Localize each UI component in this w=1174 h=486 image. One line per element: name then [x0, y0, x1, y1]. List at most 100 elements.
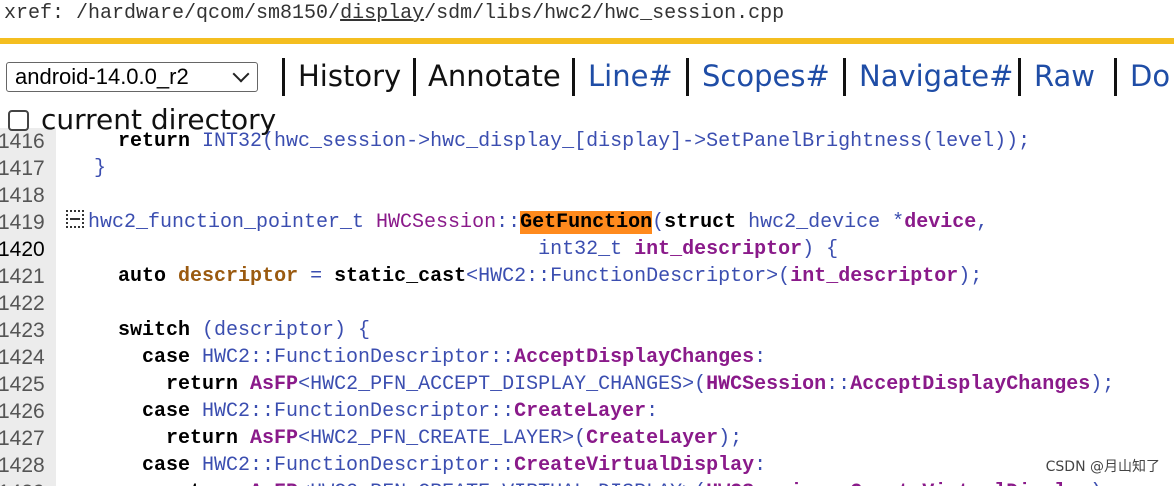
line-number[interactable]: 1425 — [0, 371, 56, 398]
code-token[interactable]: HWCSession — [376, 211, 496, 234]
code-token[interactable]: AcceptDisplayChanges — [850, 373, 1090, 396]
current-directory-checkbox[interactable] — [8, 110, 29, 131]
line-number[interactable]: 1417 — [0, 155, 56, 182]
code-text: switch (descriptor) { — [70, 317, 370, 344]
code-token: case — [142, 400, 191, 423]
code-token: struct — [664, 211, 737, 234]
toolbar-separator — [686, 58, 689, 96]
watermark: CSDN @月山知了 — [1045, 459, 1160, 475]
code-line: 1427 return AsFP<HWC2_PFN_CREATE_LAYER>(… — [0, 425, 1174, 452]
line-number[interactable]: 1424 — [0, 344, 56, 371]
code-token[interactable]: AsFP — [250, 427, 298, 450]
code-line: 1418 — [0, 182, 1174, 209]
code-token[interactable]: CreateLayer — [586, 427, 718, 450]
code-token[interactable]: CreateLayer — [514, 400, 646, 423]
code-view: 1416 return INT32(hwc_session->hwc_displ… — [0, 128, 1174, 486]
code-token: return — [166, 373, 239, 396]
code-text: case HWC2::FunctionDescriptor::CreateVir… — [70, 452, 766, 479]
code-token: : — [754, 346, 767, 369]
line-number[interactable]: 1429 — [0, 479, 56, 486]
header-divider — [0, 38, 1174, 44]
code-line: 1420 int32_t int_descriptor) { — [0, 236, 1174, 263]
code-line: 1417 } — [0, 155, 1174, 182]
code-token: = — [298, 265, 335, 288]
code-token[interactable]: int_descriptor — [634, 238, 802, 261]
code-token[interactable]: CreateVirtualDisplay — [514, 454, 754, 477]
code-token: <HWC2_PFN_ACCEPT_DISPLAY_CHANGES>( — [298, 373, 707, 396]
code-text: case HWC2::FunctionDescriptor::AcceptDis… — [70, 344, 766, 371]
code-line: 1425 return AsFP<HWC2_PFN_ACCEPT_DISPLAY… — [0, 371, 1174, 398]
toolbar-separator — [843, 58, 846, 96]
toolbar-separator — [413, 58, 416, 96]
code-token: ( — [652, 211, 665, 234]
nav-history[interactable]: History — [298, 56, 401, 100]
line-number[interactable]: 1423 — [0, 317, 56, 344]
code-token: ); — [958, 265, 983, 288]
code-token: static_cast — [334, 265, 467, 288]
code-token[interactable]: CreateVirtualDisplay — [850, 481, 1090, 486]
code-token: hwc2_function_pointer_t — [88, 211, 377, 234]
code-token[interactable]: HWCSession — [706, 481, 826, 486]
nav-scopes[interactable]: Scopes# — [702, 56, 830, 100]
code-token: ) { — [802, 238, 839, 261]
code-token[interactable]: HWCSession — [706, 373, 826, 396]
toolbar-separator — [282, 58, 285, 96]
code-text: return AsFP<HWC2_PFN_ACCEPT_DISPLAY_CHAN… — [70, 371, 1114, 398]
code-token: descriptor — [178, 265, 299, 288]
code-line: 1428 case HWC2::FunctionDescriptor::Crea… — [0, 452, 1174, 479]
line-number[interactable]: 1426 — [0, 398, 56, 425]
code-token[interactable]: AsFP — [250, 373, 298, 396]
nav-annotate[interactable]: Annotate — [428, 56, 561, 100]
code-token: } — [70, 157, 107, 180]
nav-line-numbers[interactable]: Line# — [588, 56, 673, 100]
code-text: return AsFP<HWC2_PFN_CREATE_VIRTUAL_DISP… — [70, 479, 1114, 486]
line-number[interactable]: 1428 — [0, 452, 56, 479]
code-text: hwc2_function_pointer_t HWCSession::GetF… — [66, 209, 988, 236]
line-number[interactable]: 1420 — [0, 236, 56, 263]
code-text: } — [70, 155, 106, 182]
nav-raw[interactable]: Raw — [1034, 56, 1095, 100]
code-token: : — [646, 400, 659, 423]
chevron-down-icon — [232, 65, 250, 83]
code-token: int32_t — [70, 238, 635, 261]
line-number[interactable]: 1427 — [0, 425, 56, 452]
current-directory-option[interactable]: current directory — [8, 103, 276, 136]
code-token: , — [976, 211, 989, 234]
code-text: case HWC2::FunctionDescriptor::CreateLay… — [70, 398, 658, 425]
code-token: HWC2::FunctionDescriptor:: — [190, 454, 515, 477]
branch-select-value: android-14.0.0_r2 — [15, 64, 189, 89]
fold-icon[interactable] — [66, 210, 84, 228]
branch-select[interactable]: android-14.0.0_r2 — [6, 62, 258, 92]
nav-navigate[interactable]: Navigate# — [859, 56, 1013, 100]
line-number[interactable]: 1421 — [0, 263, 56, 290]
toolbar-separator — [1018, 58, 1021, 96]
xref-path: xref: /hardware/qcom/sm8150/display/sdm/… — [4, 2, 784, 25]
code-token[interactable]: int_descriptor — [790, 265, 958, 288]
code-text: int32_t int_descriptor) { — [70, 236, 838, 263]
line-number[interactable]: 1418 — [0, 182, 56, 209]
code-token[interactable]: AsFP — [250, 481, 298, 486]
code-token[interactable]: AcceptDisplayChanges — [514, 346, 754, 369]
code-token[interactable]: device — [904, 211, 976, 234]
line-number[interactable]: 1419 — [0, 209, 56, 236]
line-number[interactable]: 1422 — [0, 290, 56, 317]
xref-suffix: /sdm/libs/hwc2/hwc_session.cpp — [424, 2, 785, 25]
code-token: HWC2::FunctionDescriptor:: — [190, 346, 515, 369]
xref-link-display[interactable]: display — [340, 2, 424, 25]
code-line: 1424 case HWC2::FunctionDescriptor::Acce… — [0, 344, 1174, 371]
code-token: ); — [718, 427, 743, 450]
nav-download[interactable]: Do — [1130, 56, 1170, 100]
search-highlight[interactable]: GetFunction — [520, 211, 653, 234]
toolbar: android-14.0.0_r2 History Annotate Line#… — [0, 56, 1174, 100]
code-line: 1423 switch (descriptor) { — [0, 317, 1174, 344]
